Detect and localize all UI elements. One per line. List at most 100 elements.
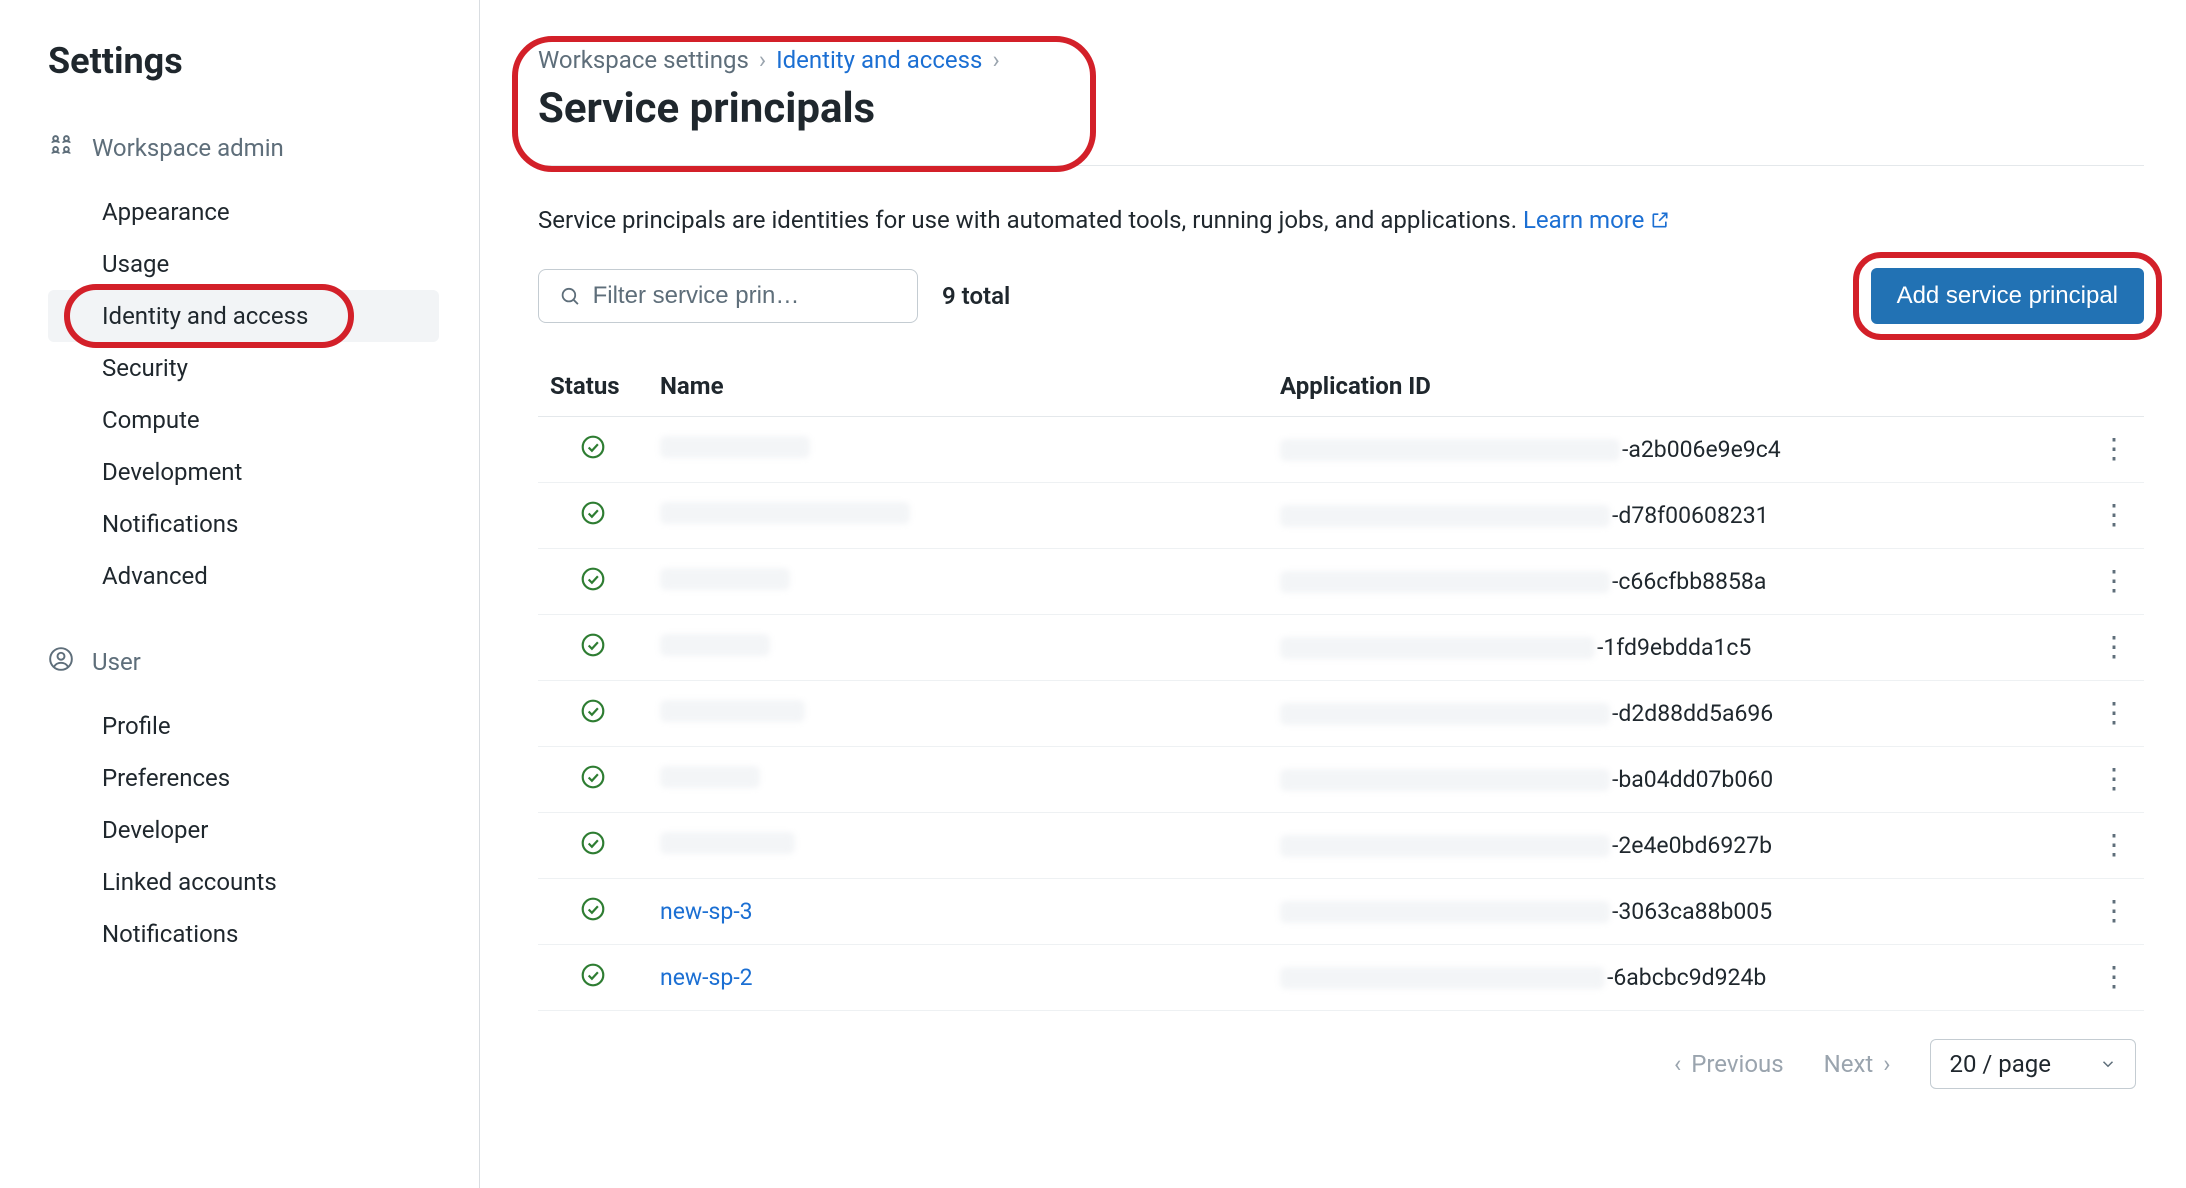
prev-page-button[interactable]: ‹ Previous — [1674, 1050, 1784, 1078]
status-ok-icon — [580, 967, 606, 994]
add-service-principal-button[interactable]: Add service principal — [1871, 268, 2144, 324]
redacted-name — [660, 568, 790, 590]
redacted-name — [660, 436, 810, 458]
sidebar-section-header: User — [48, 646, 439, 678]
sidebar-item-label: Usage — [102, 250, 169, 278]
workspace-admin-icon — [48, 132, 74, 164]
sidebar-item-preferences[interactable]: Preferences — [48, 752, 439, 804]
appid-suffix: -d2d88dd5a696 — [1612, 700, 1773, 727]
appid-suffix: -d78f00608231 — [1612, 502, 1769, 529]
sidebar-item-label: Notifications — [102, 510, 238, 538]
redacted-name — [660, 502, 910, 524]
filter-input[interactable] — [593, 282, 897, 310]
intro-text: Service principals are identities for us… — [538, 206, 2144, 234]
row-menu-cell: ⋮ — [2084, 813, 2144, 879]
redacted-appid-prefix — [1280, 505, 1610, 527]
appid-cell: -d78f00608231 — [1268, 483, 2084, 549]
name-label[interactable]: new-sp-3 — [660, 898, 753, 925]
next-label: Next — [1824, 1050, 1874, 1078]
row-menu-cell: ⋮ — [2084, 549, 2144, 615]
kebab-menu-icon[interactable]: ⋮ — [2100, 762, 2128, 795]
column-header-name[interactable]: Name — [648, 356, 1268, 417]
table-row: -2e4e0bd6927b⋮ — [538, 813, 2144, 879]
status-cell — [538, 615, 648, 681]
name-cell — [648, 483, 1268, 549]
next-page-button[interactable]: Next › — [1824, 1050, 1891, 1078]
sidebar-item-label: Identity and access — [102, 302, 308, 330]
table-row: -ba04dd07b060 ⋮ — [538, 747, 2144, 813]
table-row: new-sp-2 -6abcbc9d924b ⋮ — [538, 945, 2144, 1011]
pagination: ‹ Previous Next › 20 / page — [538, 1011, 2144, 1089]
name-cell — [648, 747, 1268, 813]
sidebar-item-profile[interactable]: Profile — [48, 700, 439, 752]
sidebar-item-developer[interactable]: Developer — [48, 804, 439, 856]
sidebar-item-notifications[interactable]: Notifications — [48, 498, 439, 550]
table-row: -d78f00608231 ⋮ — [538, 483, 2144, 549]
sidebar-section-label: Workspace admin — [92, 134, 284, 162]
kebab-menu-icon[interactable]: ⋮ — [2100, 894, 2128, 927]
sidebar-item-identity-and-access[interactable]: Identity and access — [48, 290, 439, 342]
appid-cell: -c66cfbb8858a — [1268, 549, 2084, 615]
intro-body: Service principals are identities for us… — [538, 206, 1517, 234]
kebab-menu-icon[interactable]: ⋮ — [2100, 696, 2128, 729]
filter-input-wrapper[interactable] — [538, 269, 918, 323]
column-header-status[interactable]: Status — [538, 356, 648, 417]
toolbar: 9 total Add service principal — [538, 268, 2144, 324]
sidebar-item-label: Development — [102, 458, 242, 486]
appid-suffix: -c66cfbb8858a — [1612, 568, 1766, 595]
sidebar-section-label: User — [92, 648, 141, 676]
redacted-appid-prefix — [1280, 967, 1605, 989]
settings-sidebar: Settings Workspace adminAppearanceUsageI… — [0, 0, 480, 1188]
appid-cell: -ba04dd07b060 — [1268, 747, 2084, 813]
name-cell — [648, 813, 1268, 879]
appid-cell: -d2d88dd5a696 — [1268, 681, 2084, 747]
sidebar-item-advanced[interactable]: Advanced — [48, 550, 439, 602]
sidebar-item-compute[interactable]: Compute — [48, 394, 439, 446]
sidebar-item-linked-accounts[interactable]: Linked accounts — [48, 856, 439, 908]
sidebar-item-development[interactable]: Development — [48, 446, 439, 498]
status-cell — [538, 945, 648, 1011]
sidebar-item-label: Compute — [102, 406, 200, 434]
name-cell[interactable]: new-sp-3 — [648, 879, 1268, 945]
status-cell — [538, 549, 648, 615]
sidebar-item-appearance[interactable]: Appearance — [48, 186, 439, 238]
appid-suffix: -1fd9ebdda1c5 — [1597, 634, 1751, 661]
name-cell — [648, 681, 1268, 747]
user-icon — [48, 646, 74, 678]
row-menu-cell: ⋮ — [2084, 945, 2144, 1011]
external-link-icon — [1650, 210, 1670, 230]
appid-cell: -6abcbc9d924b — [1268, 945, 2084, 1011]
row-menu-cell: ⋮ — [2084, 879, 2144, 945]
row-menu-cell: ⋮ — [2084, 483, 2144, 549]
sidebar-item-notifications[interactable]: Notifications — [48, 908, 439, 960]
page-title: Service principals — [538, 84, 2144, 133]
page-size-select[interactable]: 20 / page — [1930, 1039, 2136, 1089]
kebab-menu-icon[interactable]: ⋮ — [2100, 630, 2128, 663]
appid-cell: -1fd9ebdda1c5 — [1268, 615, 2084, 681]
redacted-name — [660, 766, 760, 788]
breadcrumb-item[interactable]: Workspace settings — [538, 46, 749, 74]
learn-more-link[interactable]: Learn more — [1523, 206, 1670, 234]
sidebar-item-label: Developer — [102, 816, 208, 844]
status-cell — [538, 681, 648, 747]
sidebar-item-usage[interactable]: Usage — [48, 238, 439, 290]
name-label[interactable]: new-sp-2 — [660, 964, 753, 991]
kebab-menu-icon[interactable]: ⋮ — [2100, 564, 2128, 597]
status-ok-icon — [580, 901, 606, 928]
sidebar-item-label: Security — [102, 354, 188, 382]
kebab-menu-icon[interactable]: ⋮ — [2100, 960, 2128, 993]
kebab-menu-icon[interactable]: ⋮ — [2100, 828, 2128, 861]
sidebar-item-security[interactable]: Security — [48, 342, 439, 394]
search-icon — [559, 284, 581, 308]
appid-suffix: -ba04dd07b060 — [1612, 766, 1773, 793]
status-ok-icon — [580, 505, 606, 532]
appid-suffix: -3063ca88b005 — [1612, 898, 1772, 925]
name-cell — [648, 549, 1268, 615]
breadcrumb-item[interactable]: Identity and access — [776, 46, 982, 74]
kebab-menu-icon[interactable]: ⋮ — [2100, 432, 2128, 465]
name-cell[interactable]: new-sp-2 — [648, 945, 1268, 1011]
learn-more-label: Learn more — [1523, 206, 1644, 234]
kebab-menu-icon[interactable]: ⋮ — [2100, 498, 2128, 531]
sidebar-item-label: Appearance — [102, 198, 230, 226]
column-header-appid[interactable]: Application ID — [1268, 356, 2084, 417]
